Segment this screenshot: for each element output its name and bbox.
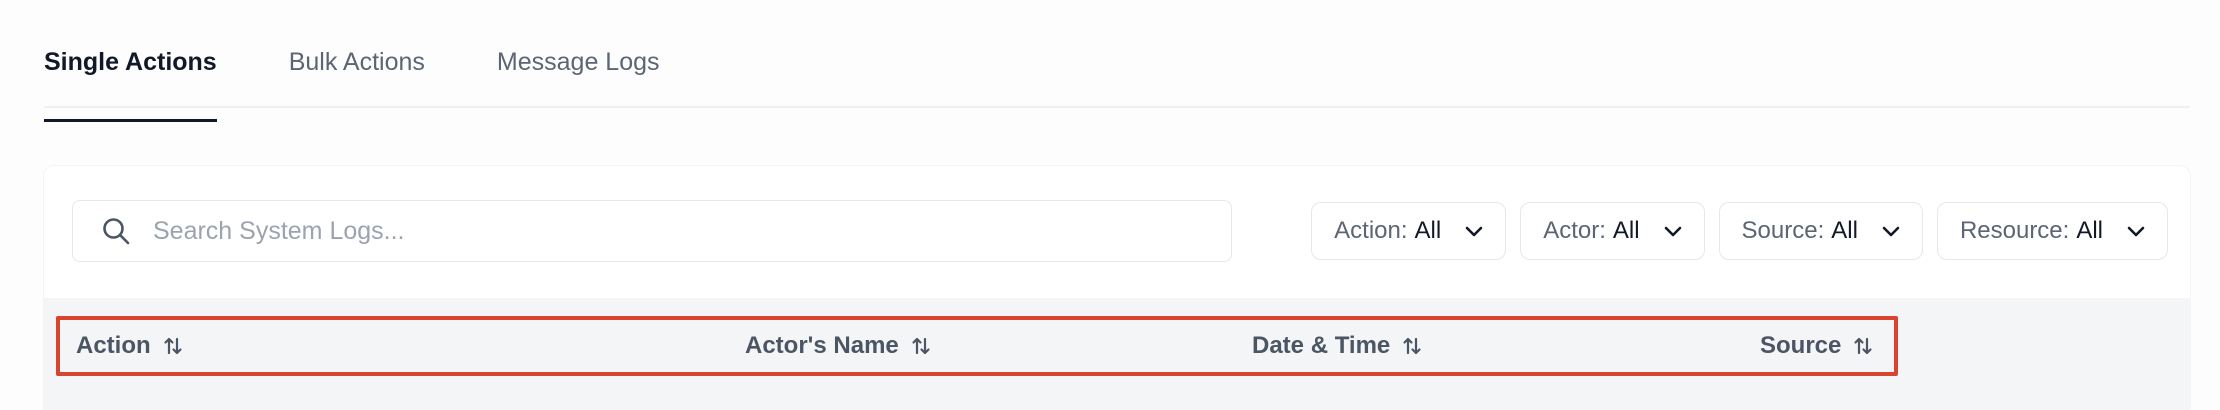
- column-header-date-time[interactable]: Date & Time: [1252, 320, 1422, 372]
- sort-icon[interactable]: [1853, 335, 1873, 357]
- chevron-down-icon: [2125, 220, 2147, 242]
- column-header-label: Source: [1760, 332, 1842, 359]
- sort-icon[interactable]: [911, 335, 931, 357]
- search-box[interactable]: [72, 200, 1232, 262]
- search-input[interactable]: [151, 215, 1195, 247]
- tab-single-actions[interactable]: Single Actions: [44, 36, 217, 122]
- action-filter-dropdown[interactable]: Action: All: [1311, 202, 1507, 260]
- chevron-down-icon: [1662, 220, 1684, 242]
- source-filter-dropdown[interactable]: Source: All: [1718, 202, 1923, 260]
- search-icon: [99, 214, 133, 248]
- actor-filter-value: All: [1612, 217, 1640, 244]
- filter-bar: Action: All Actor: All Source: All Resou…: [1311, 202, 2168, 260]
- chevron-down-icon: [1880, 220, 1902, 242]
- resource-filter-value: All: [2076, 217, 2103, 244]
- column-header-label: Actor's Name: [745, 332, 899, 359]
- source-filter-label: Source:: [1741, 217, 1825, 244]
- actor-filter-dropdown[interactable]: Actor: All: [1520, 202, 1705, 260]
- tab-bulk-actions[interactable]: Bulk Actions: [289, 36, 425, 106]
- column-header-label: Action: [76, 332, 151, 359]
- logs-card: Action: All Actor: All Source: All: [44, 166, 2190, 410]
- column-header-source[interactable]: Source: [1760, 320, 1873, 372]
- source-filter-value: All: [1831, 217, 1858, 244]
- chevron-down-icon: [1463, 220, 1485, 242]
- resource-filter-label: Resource:: [1959, 217, 2070, 244]
- sort-icon[interactable]: [163, 335, 183, 357]
- column-header-actors-name[interactable]: Actor's Name: [745, 320, 931, 372]
- action-filter-label: Action:: [1334, 217, 1408, 244]
- resource-filter-dropdown[interactable]: Resource: All: [1936, 202, 2168, 260]
- table-header-row: Action Actor's Name Date & Time Source: [56, 316, 1898, 376]
- tab-message-logs[interactable]: Message Logs: [497, 36, 660, 106]
- actor-filter-label: Actor:: [1543, 217, 1606, 244]
- column-header-action[interactable]: Action: [76, 320, 183, 372]
- column-header-label: Date & Time: [1252, 332, 1391, 359]
- log-tabs: Single Actions Bulk Actions Message Logs: [44, 36, 2190, 122]
- action-filter-value: All: [1414, 217, 1442, 244]
- system-logs-page: Single Actions Bulk Actions Message Logs…: [0, 0, 2220, 410]
- sort-icon[interactable]: [1402, 335, 1422, 357]
